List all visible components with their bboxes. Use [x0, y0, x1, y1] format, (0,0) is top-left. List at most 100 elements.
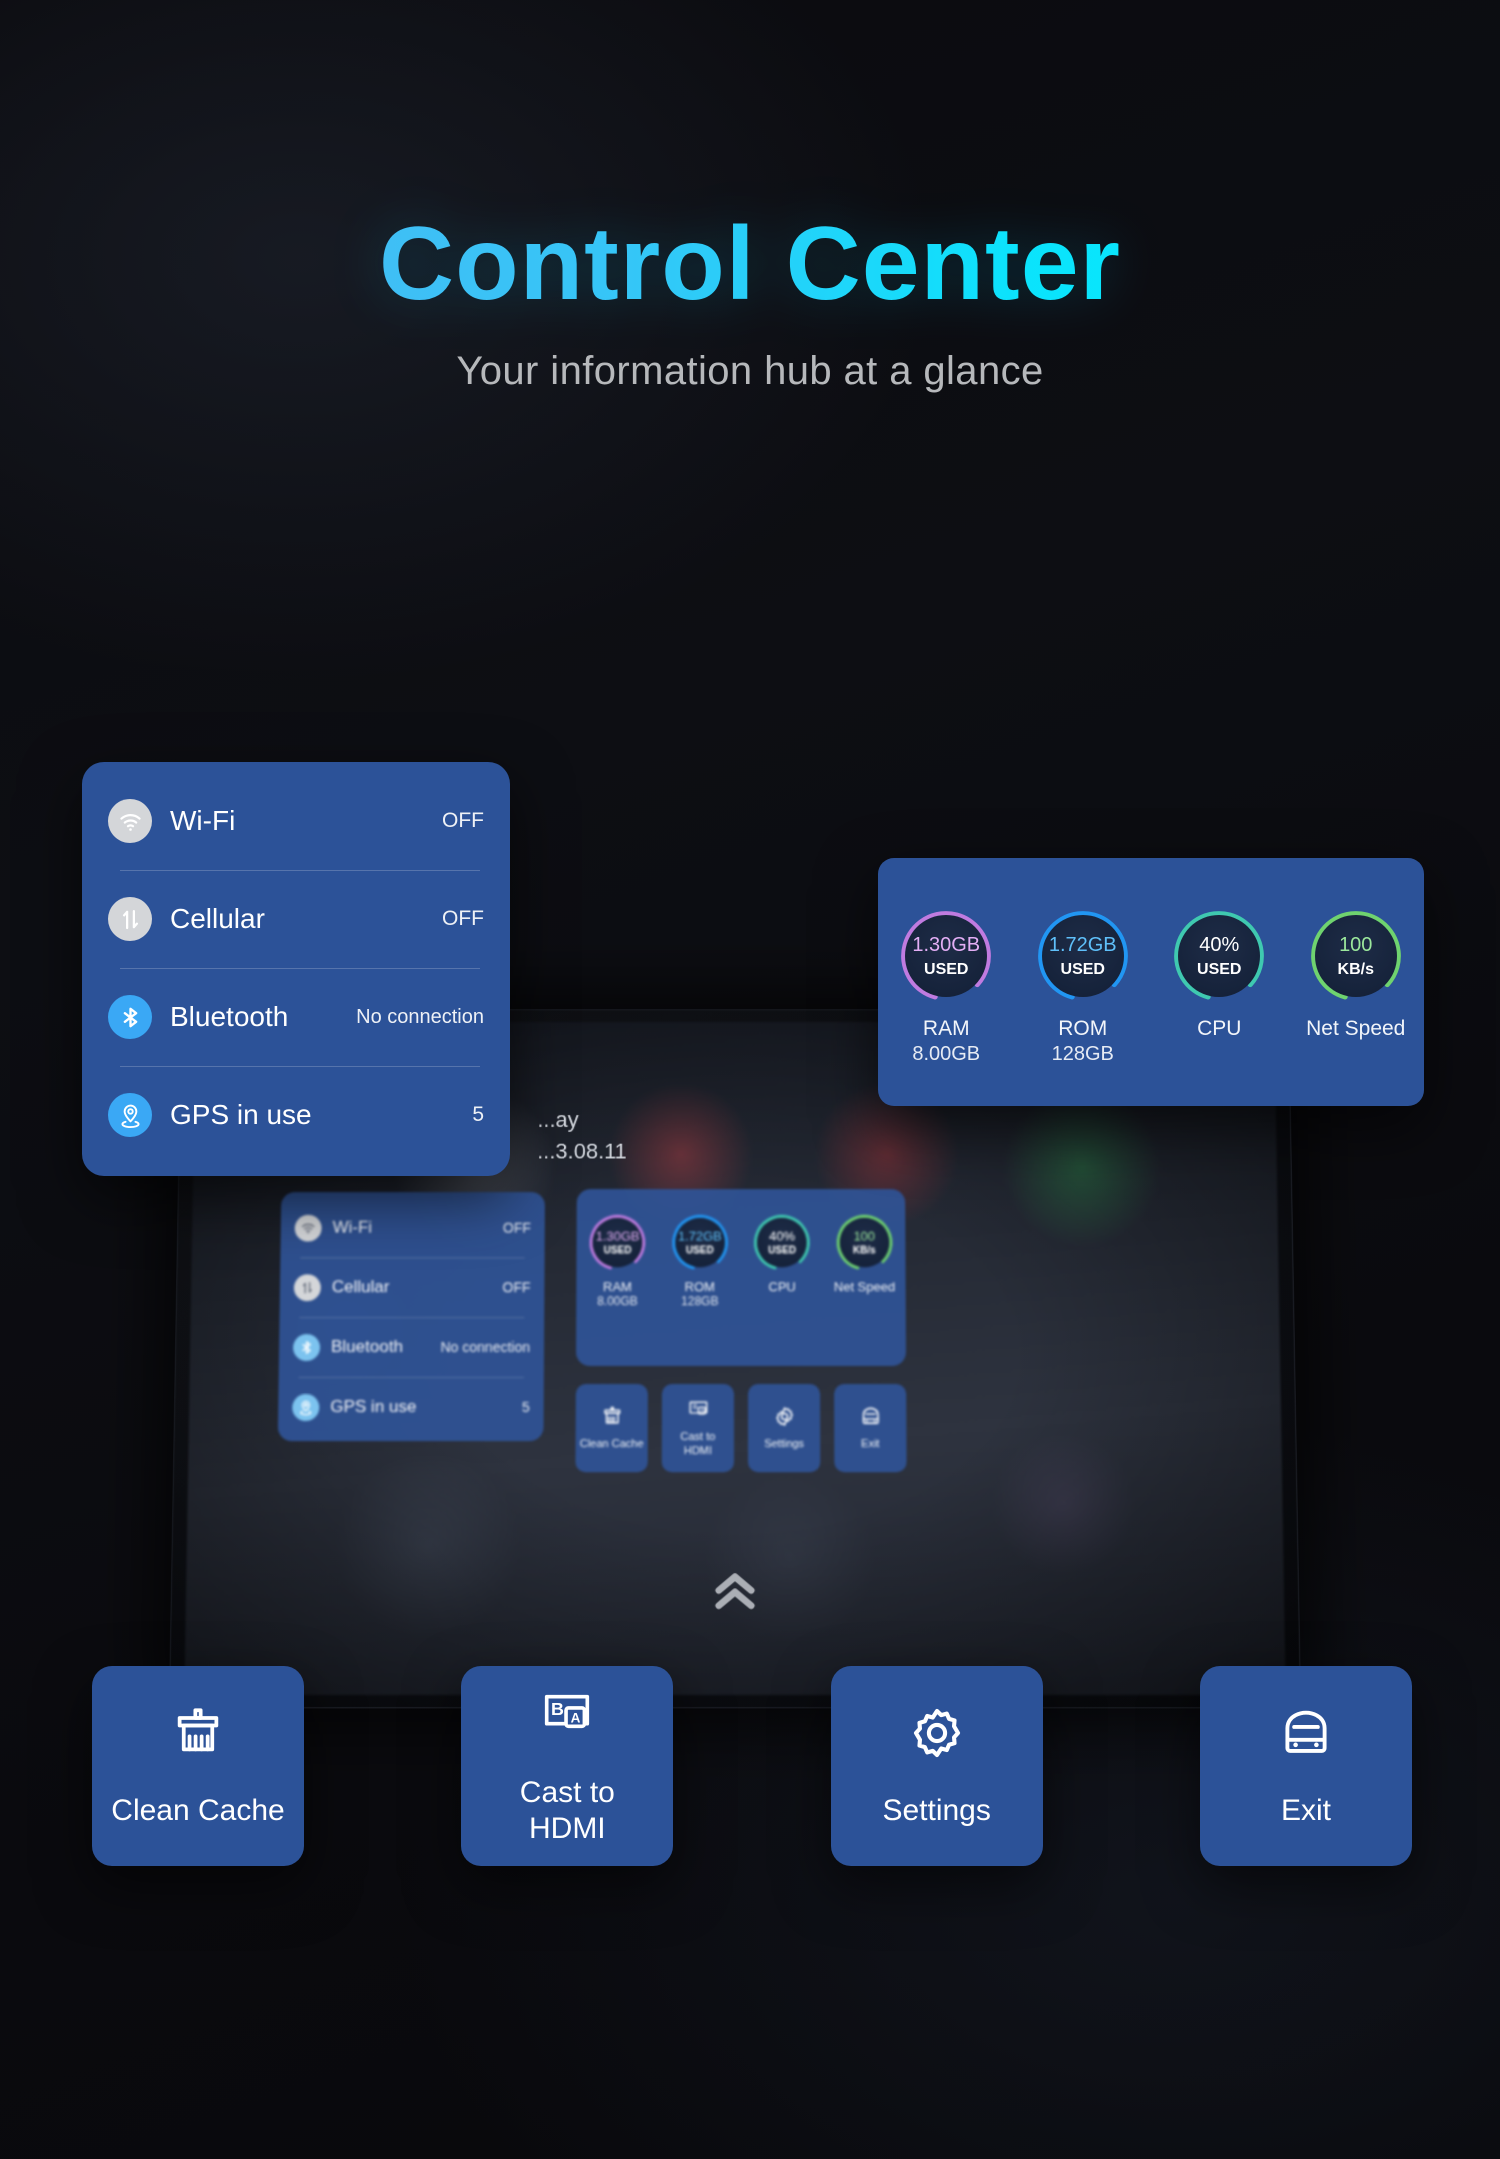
mini-gauge-title-ram: RAM [603, 1279, 632, 1295]
wifi-icon [294, 1214, 322, 1242]
svg-text:B: B [551, 1699, 564, 1719]
stat-gauge-rom[interactable]: 1.72GB USED ROM 128GB [1024, 908, 1142, 1067]
gauge-unit-cpu: USED [1197, 960, 1242, 978]
cast-hdmi-icon: B A [686, 1398, 709, 1425]
gauge-unit-rom: USED [1060, 960, 1105, 978]
gps-icon [108, 1093, 152, 1137]
connectivity-row-wifi[interactable]: Wi-Fi OFF [108, 772, 484, 870]
mini-row-gps: GPS in use 5 [292, 1377, 530, 1437]
mini-gauge-ring-rom: 1.72GB USED [670, 1213, 730, 1273]
mini-gauge-unit-rom: USED [685, 1245, 714, 1256]
gps-icon [292, 1393, 320, 1421]
mini-gauge-net: 100 KB/s Net Speed [827, 1213, 901, 1294]
mini-action-label-clean-cache: Clean Cache [579, 1438, 644, 1451]
page-title: Control Center [0, 209, 1500, 319]
gauge-title-net-speed: Net Speed [1306, 1017, 1406, 1040]
mini-gauge-unit-net: KB/s [852, 1245, 876, 1256]
gauge-value-ram: 1.30GB [912, 933, 981, 956]
clean-cache-button[interactable]: Clean Cache [92, 1666, 304, 1866]
mini-gauge-title-cpu: CPU [768, 1279, 796, 1295]
mini-gauge-title-rom: ROM [684, 1279, 715, 1295]
mini-label-cellular: Cellular [331, 1277, 390, 1297]
mini-gauge-sub-rom: 128GB [681, 1294, 719, 1309]
connectivity-value-gps: 5 [472, 1103, 484, 1126]
mini-row-wifi: Wi-Fi OFF [294, 1198, 531, 1257]
mini-action-label-cast-hdmi: Cast to HDMI [680, 1431, 715, 1457]
gear-icon [908, 1704, 966, 1767]
gauge-title-cpu: CPU [1197, 1017, 1242, 1040]
connectivity-label-wifi: Wi-Fi [170, 805, 236, 836]
stat-gauge-cpu[interactable]: 40% USED CPU [1160, 908, 1278, 1042]
gauge-ring-ram: 1.30GB USED [898, 908, 994, 1004]
gauge-face-net-speed: 100 KB/s [1314, 915, 1397, 997]
connectivity-label-cellular: Cellular [170, 903, 265, 934]
exit-button[interactable]: Exit [1199, 1666, 1412, 1866]
gauge-ring-net-speed: 100 KB/s [1308, 908, 1404, 1004]
settings-label: Settings [882, 1793, 991, 1827]
mini-row-cellular: Cellular OFF [293, 1257, 531, 1317]
mini-gauge-unit-ram: USED [603, 1245, 632, 1256]
mini-gauge-ram: 1.30GB USED RAM 8.00GB [580, 1213, 654, 1308]
mini-gauge-rom: 1.72GB USED ROM 128GB [663, 1213, 737, 1308]
svg-text:A: A [571, 1711, 581, 1726]
cast-to-hdmi-label-line2: HDMI [528, 1811, 606, 1845]
broom-icon [600, 1405, 623, 1432]
mini-connectivity-panel: Wi-Fi OFF Cellular OFF Bluetooth No conn… [277, 1192, 545, 1442]
broom-icon [169, 1704, 227, 1767]
mini-cast-line1: Cast to [680, 1431, 716, 1444]
mini-row-bluetooth: Bluetooth No connection [292, 1317, 531, 1377]
car-icon [1277, 1704, 1335, 1767]
connectivity-row-cellular[interactable]: Cellular OFF [108, 870, 484, 968]
gauge-value-net-speed: 100 [1339, 933, 1373, 956]
cast-to-hdmi-button[interactable]: B A Cast to HDMI [461, 1666, 674, 1866]
mini-action-clean-cache: Clean Cache [575, 1383, 648, 1473]
mini-action-exit: Exit [834, 1383, 907, 1473]
connectivity-value-cellular: OFF [442, 907, 484, 930]
cellular-icon [293, 1273, 322, 1301]
gauge-unit-net-speed: KB/s [1337, 960, 1374, 978]
mini-label-bluetooth: Bluetooth [330, 1337, 404, 1356]
svg-text:B: B [692, 1405, 697, 1412]
gauge-sub-ram: 8.00GB [912, 1043, 981, 1066]
connectivity-panel: Wi-Fi OFF Cellular OFF Bluetooth No conn… [82, 762, 510, 1176]
connectivity-label-gps: GPS in use [170, 1099, 312, 1130]
car-icon [859, 1405, 882, 1432]
mini-value-wifi: OFF [502, 1219, 531, 1236]
mini-gauge-ring-cpu: 40% USED [752, 1213, 812, 1273]
connectivity-label-bluetooth: Bluetooth [170, 1001, 289, 1032]
connectivity-value-wifi: OFF [442, 809, 484, 832]
clean-cache-label: Clean Cache [111, 1793, 285, 1827]
gauge-face-ram: 1.30GB USED [905, 915, 988, 997]
stat-gauge-ram[interactable]: 1.30GB USED RAM 8.00GB [887, 908, 1005, 1067]
mini-action-label-settings: Settings [764, 1438, 805, 1451]
page-subtitle: Your information hub at a glance [456, 349, 1044, 394]
mini-gauge-unit-cpu: USED [768, 1245, 796, 1256]
gauge-unit-ram: USED [924, 960, 969, 978]
settings-button[interactable]: Settings [830, 1666, 1043, 1866]
hero-section: Control Center Your information hub at a… [0, 209, 1500, 394]
mini-label-gps: GPS in use [330, 1396, 417, 1417]
mini-gauge-cpu: 40% USED CPU [745, 1213, 819, 1294]
mini-gauge-title-net: Net Speed [833, 1279, 896, 1295]
mini-gauge-ring-net: 100 KB/s [834, 1213, 894, 1273]
gauge-title-ram: RAM [922, 1017, 970, 1040]
connectivity-row-bluetooth[interactable]: Bluetooth No connection [108, 968, 484, 1066]
mini-actions-row: Clean Cache B A Cast to HDMI Settings Ex… [575, 1383, 907, 1473]
mini-gauge-ring-ram: 1.30GB USED [588, 1213, 648, 1273]
cast-hdmi-icon: B A [538, 1686, 596, 1749]
mini-gauge-value-rom: 1.72GB [677, 1228, 722, 1244]
mini-value-bluetooth: No connection [440, 1339, 531, 1355]
gear-icon [773, 1405, 796, 1432]
mini-action-settings: Settings [748, 1383, 821, 1473]
actions-row: Clean Cache B A Cast to HDMI Settings Ex… [92, 1666, 1412, 1866]
mini-action-label-exit: Exit [861, 1438, 880, 1451]
mini-stats-panel: 1.30GB USED RAM 8.00GB 1.72GB USED ROM 1… [575, 1189, 907, 1366]
gauge-value-cpu: 40% [1199, 933, 1240, 956]
mini-value-gps: 5 [521, 1398, 530, 1416]
connectivity-row-gps[interactable]: GPS in use 5 [108, 1066, 484, 1164]
stat-gauge-net-speed[interactable]: 100 KB/s Net Speed [1297, 908, 1415, 1042]
gauge-face-rom: 1.72GB USED [1041, 915, 1124, 997]
gauge-ring-cpu: 40% USED [1171, 908, 1267, 1004]
mini-value-cellular: OFF [502, 1279, 531, 1296]
mini-label-wifi: Wi-Fi [332, 1217, 373, 1237]
